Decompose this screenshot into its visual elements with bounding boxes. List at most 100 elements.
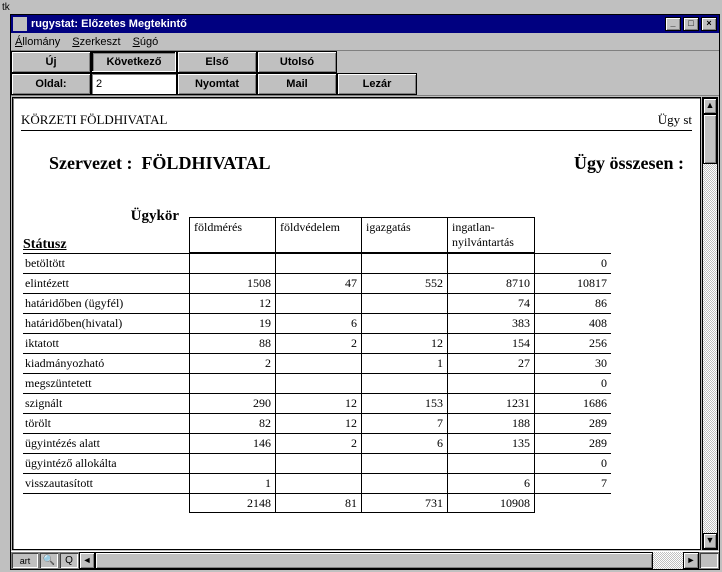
row-cell: 153 (361, 393, 447, 413)
row-label: elintézett (23, 273, 189, 293)
vertical-scrollbar[interactable]: ▲ ▼ (702, 97, 718, 550)
row-cell: 82 (189, 413, 275, 433)
row-cell (361, 313, 447, 333)
row-label: megszüntetett (23, 373, 189, 393)
row-cell: 1 (189, 473, 275, 493)
close-report-button[interactable]: Lezár (337, 73, 417, 95)
background-label: tk (2, 2, 10, 13)
col-header-3: ingatlan-nyilvántartás (447, 217, 535, 253)
document-viewport: KÖRZETI FÖLDHIVATAL Ügy st Szervezet : F… (12, 97, 701, 550)
row-label: visszautasított (23, 473, 189, 493)
row-cell (275, 373, 361, 393)
status-text: art (11, 552, 39, 569)
row-cell: 188 (447, 413, 535, 433)
row-label: iktatott (23, 333, 189, 353)
zoom-icon[interactable]: 🔍 (39, 552, 59, 569)
report-header-right: Ügy st (658, 112, 692, 128)
row-total: 10817 (535, 273, 611, 293)
row-cell: 8710 (447, 273, 535, 293)
row-cell: 7 (361, 413, 447, 433)
row-cell: 146 (189, 433, 275, 453)
row-cell: 1508 (189, 273, 275, 293)
mail-button[interactable]: Mail (257, 73, 337, 95)
table-row: visszautasított1 67 (23, 473, 692, 493)
menu-allomany[interactable]: Állomány (15, 36, 60, 48)
row-label: határidőben (ügyfél) (23, 293, 189, 313)
row-cell (275, 293, 361, 313)
row-total: 408 (535, 313, 611, 333)
table-row: betöltött 0 (23, 253, 692, 273)
row-cell (275, 353, 361, 373)
scroll-thumb[interactable] (703, 114, 717, 164)
titlebar[interactable]: rugystat: Előzetes Megtekintő _ □ × (11, 15, 719, 33)
row-cell: 27 (447, 353, 535, 373)
row-label: kiadmányozható (23, 353, 189, 373)
maximize-button[interactable]: □ (683, 17, 699, 31)
report-table: Ügykör Státusz földmérés földvédelem iga… (21, 208, 692, 513)
hscroll-thumb[interactable] (95, 552, 653, 569)
close-button[interactable]: × (701, 17, 717, 31)
row-cell (447, 373, 535, 393)
row-cell: 1231 (447, 393, 535, 413)
report-total-label: Ügy összesen : (574, 153, 684, 174)
row-cell (189, 253, 275, 273)
row-cell: 383 (447, 313, 535, 333)
table-row: kiadmányozható212730 (23, 353, 692, 373)
statusbar: art 🔍 Q ◄ ► (11, 551, 719, 569)
col-header-2: igazgatás (361, 217, 447, 253)
scroll-up-icon[interactable]: ▲ (703, 98, 717, 114)
row-cell (189, 373, 275, 393)
row-cell (275, 473, 361, 493)
next-button[interactable]: Következő (91, 51, 177, 73)
scroll-left-icon[interactable]: ◄ (79, 552, 95, 569)
scroll-right-icon[interactable]: ► (683, 552, 699, 569)
table-row: törölt82127188289 (23, 413, 692, 433)
row-cell: 290 (189, 393, 275, 413)
row-cell (361, 293, 447, 313)
row-label: törölt (23, 413, 189, 433)
row-cell (361, 473, 447, 493)
row-total: 289 (535, 413, 611, 433)
minimize-button[interactable]: _ (665, 17, 681, 31)
last-button[interactable]: Utolsó (257, 51, 337, 73)
table-row: határidőben (ügyfél)127486 (23, 293, 692, 313)
row-total: 0 (535, 253, 611, 273)
table-row: határidőben(hivatal)196383408 (23, 313, 692, 333)
row-total: 30 (535, 353, 611, 373)
row-cell: 135 (447, 433, 535, 453)
scroll-down-icon[interactable]: ▼ (703, 533, 717, 549)
row-cell (275, 253, 361, 273)
row-label: betöltött (23, 253, 189, 273)
print-button[interactable]: Nyomtat (177, 73, 257, 95)
row-cell: 1 (361, 353, 447, 373)
row-total: 0 (535, 373, 611, 393)
table-row: iktatott88212154256 (23, 333, 692, 353)
tool-icon[interactable]: Q (59, 552, 79, 569)
row-cell: 552 (361, 273, 447, 293)
page-input[interactable]: 2 (91, 73, 177, 95)
menu-sugo[interactable]: Súgó (133, 36, 159, 48)
row-cell: 74 (447, 293, 535, 313)
scroll-track[interactable] (703, 114, 717, 533)
menubar: Állomány Szerkeszt Súgó (11, 33, 719, 51)
row-total: 7 (535, 473, 611, 493)
row-cell (361, 453, 447, 473)
row-total: 86 (535, 293, 611, 313)
row-cell: 2 (275, 333, 361, 353)
col-group-label: Ügykör (23, 208, 189, 225)
row-cell: 6 (447, 473, 535, 493)
status-header: Státusz (23, 237, 189, 253)
table-row: elintézett150847552871010817 (23, 273, 692, 293)
row-cell: 19 (189, 313, 275, 333)
new-button[interactable]: Új (11, 51, 91, 73)
row-label: ügyintéző allokálta (23, 453, 189, 473)
table-row: ügyintézés alatt14626135289 (23, 433, 692, 453)
row-label: ügyintézés alatt (23, 433, 189, 453)
row-cell: 6 (275, 313, 361, 333)
row-cell (361, 253, 447, 273)
menu-szerkeszt[interactable]: Szerkeszt (72, 36, 120, 48)
row-total: 1686 (535, 393, 611, 413)
row-cell: 47 (275, 273, 361, 293)
first-button[interactable]: Első (177, 51, 257, 73)
row-label: szignált (23, 393, 189, 413)
